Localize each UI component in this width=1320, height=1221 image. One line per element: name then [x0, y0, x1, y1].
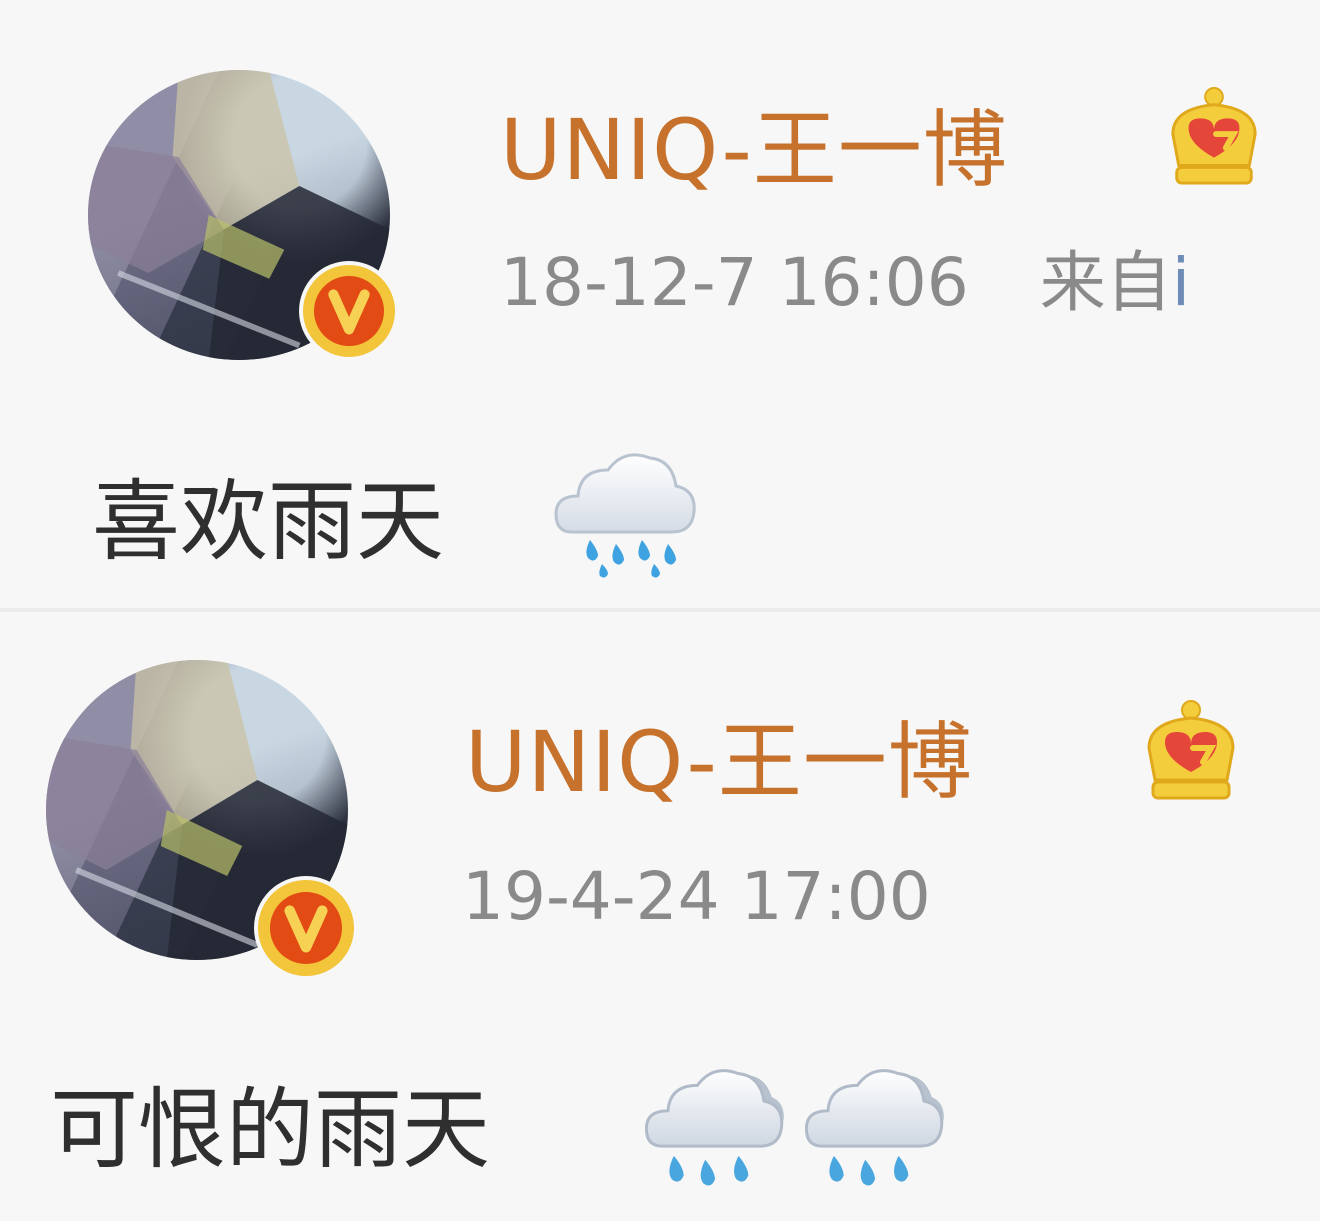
source-app[interactable]: i	[1172, 244, 1190, 321]
verified-v-icon	[258, 880, 354, 976]
username[interactable]: UNIQ-王一博	[500, 108, 1008, 192]
weibo-post: UNIQ-王一博 18-12-7 16:06 来自i 喜欢雨天	[0, 0, 1320, 612]
post-text: 喜欢雨天	[92, 470, 445, 573]
crown-icon	[1147, 700, 1235, 800]
verified-v-icon	[303, 265, 395, 357]
post-text: 可恨的雨天	[50, 1078, 491, 1181]
weibo-post: UNIQ-王一博 19-4-24 17:00 可恨的雨天	[0, 612, 1320, 1221]
username[interactable]: UNIQ-王一博	[465, 720, 973, 804]
cloud-with-rain-icon	[554, 453, 696, 578]
cloud-with-rain-icon	[644, 1069, 784, 1186]
source-prefix: 来自	[1039, 244, 1172, 321]
crown-icon	[1171, 87, 1257, 185]
post-meta: 19-4-24 17:00	[462, 864, 931, 930]
timestamp[interactable]: 18-12-7 16:06	[500, 244, 969, 321]
cloud-with-rain-icon	[804, 1069, 944, 1186]
post-meta: 18-12-7 16:06 来自i	[500, 250, 1190, 316]
timestamp[interactable]: 19-4-24 17:00	[462, 858, 931, 935]
